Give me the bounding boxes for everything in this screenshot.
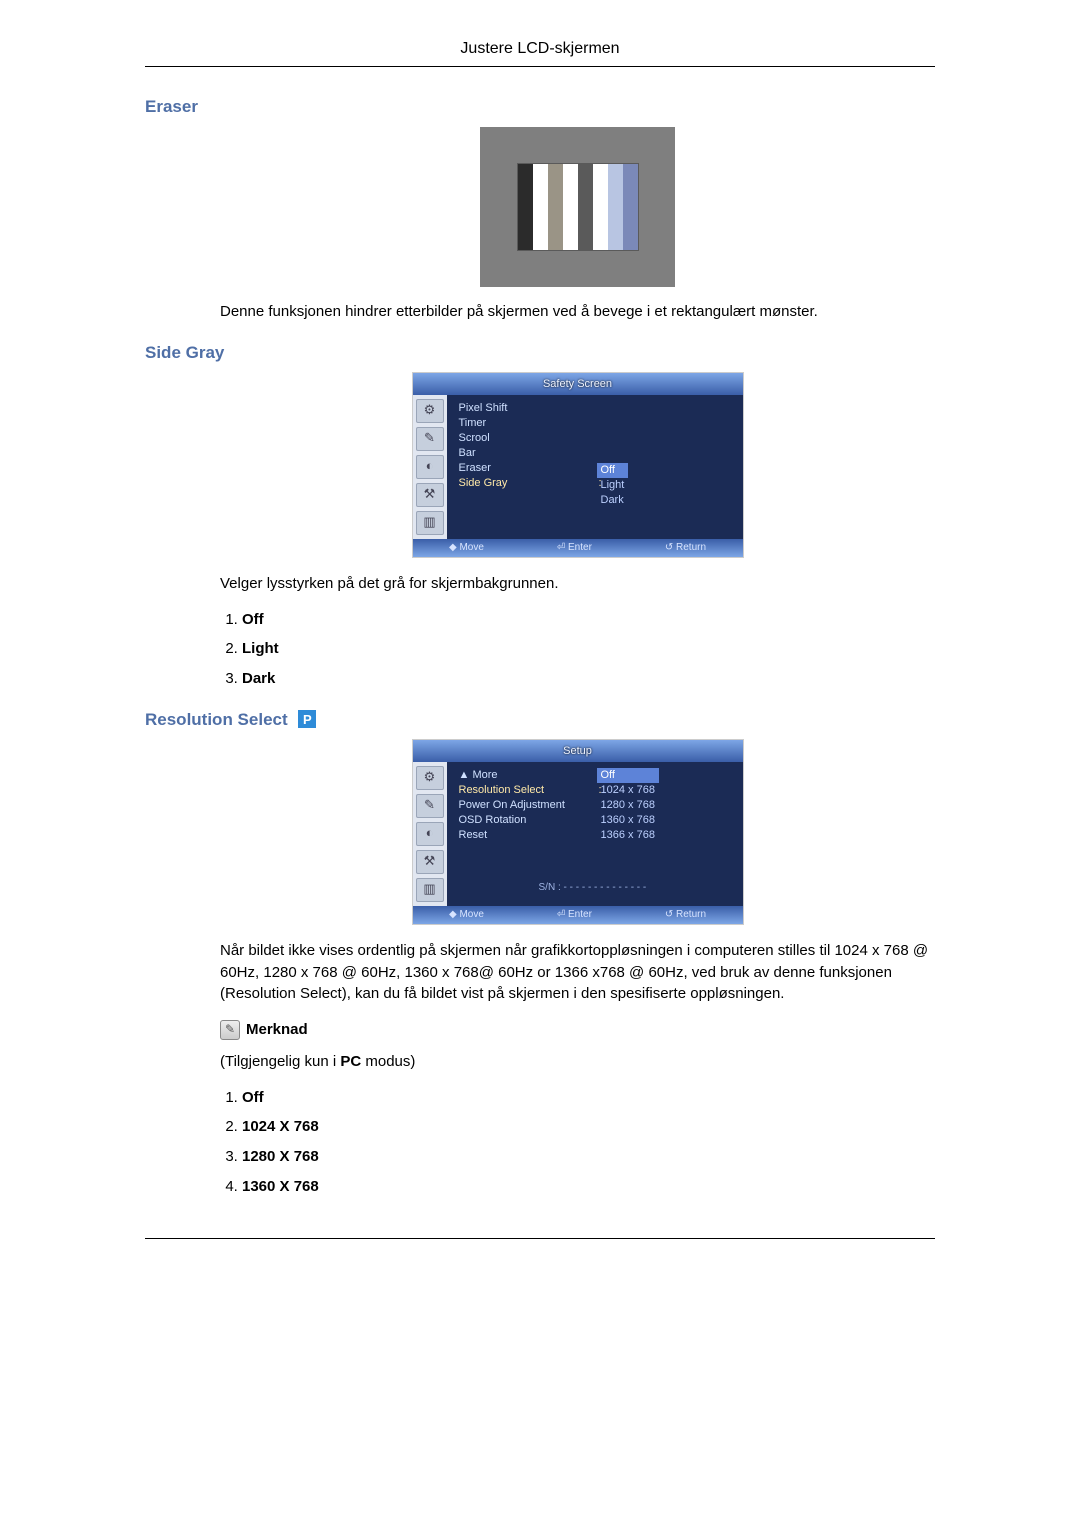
list-item: Off	[242, 1087, 935, 1109]
eraser-bar	[563, 164, 578, 250]
resolution-heading: Resolution Select P	[145, 710, 935, 730]
footer-return: ↺ Return	[665, 541, 706, 556]
eraser-bar	[623, 164, 638, 250]
eraser-bar	[533, 164, 548, 250]
osd-nav-icon: ◐	[416, 455, 444, 479]
eraser-bar	[593, 164, 608, 250]
footer-enter: ⏎ Enter	[557, 541, 592, 556]
osd-icon-column: ⚙ ✎ ◐ ⚒ ▥	[413, 395, 447, 539]
list-item: Light	[242, 638, 935, 660]
eraser-bar	[518, 164, 533, 250]
osd-menu-item: Pixel Shift	[459, 401, 735, 416]
osd-nav-icon: ▥	[416, 511, 444, 535]
osd-menu-item: Scrool	[459, 431, 735, 446]
osd-option: Light	[597, 478, 629, 493]
note-label: Merknad	[246, 1019, 308, 1041]
osd-option: Off	[597, 768, 659, 783]
osd-nav-icon: ◐	[416, 822, 444, 846]
page-header: Justere LCD-skjermen	[145, 40, 935, 58]
eraser-bar	[608, 164, 623, 250]
resolution-osd-list: ▲ MoreResolution Select:Power On Adjustm…	[447, 762, 743, 906]
footer-move: ◆ Move	[449, 541, 484, 556]
osd-nav-icon: ⚙	[416, 399, 444, 423]
resolution-osd-title: Setup	[563, 740, 592, 762]
osd-nav-icon: ⚙	[416, 766, 444, 790]
sidegray-heading: Side Gray	[145, 343, 935, 363]
resolution-options-list: Off 1024 X 768 1280 X 768 1360 X 768	[220, 1087, 935, 1198]
p-badge-icon: P	[298, 710, 316, 728]
resolution-desc: Når bildet ikke vises ordentlig på skjer…	[220, 940, 935, 1005]
osd-option: 1024 x 768	[597, 783, 659, 798]
osd-menu-item: Bar	[459, 446, 735, 461]
eraser-bar	[548, 164, 563, 250]
sidegray-options-list: Off Light Dark	[220, 609, 935, 690]
osd-footer: ◆ Move ⏎ Enter ↺ Return	[413, 906, 743, 924]
osd-option: Off	[597, 463, 629, 478]
eraser-desc: Denne funksjonen hindrer etterbilder på …	[220, 301, 935, 323]
osd-option: 1366 x 768	[597, 828, 659, 843]
footer-return: ↺ Return	[665, 908, 706, 923]
osd-icon-column: ⚙ ✎ ◐ ⚒ ▥	[413, 762, 447, 906]
note-icon: ✎	[220, 1020, 240, 1040]
osd-option: Dark	[597, 493, 629, 508]
list-item: 1024 X 768	[242, 1116, 935, 1138]
resolution-note-text: (Tilgjengelig kun i PC modus)	[220, 1051, 935, 1073]
list-item: Off	[242, 609, 935, 631]
sidegray-osd-title: Safety Screen	[543, 373, 612, 395]
osd-nav-icon: ⚒	[416, 850, 444, 874]
osd-nav-icon: ✎	[416, 427, 444, 451]
osd-option: 1360 x 768	[597, 813, 659, 828]
eraser-heading: Eraser	[145, 97, 935, 117]
footer-move: ◆ Move	[449, 908, 484, 923]
list-item: 1360 X 768	[242, 1176, 935, 1198]
osd-option: 1280 x 768	[597, 798, 659, 813]
eraser-preview	[480, 127, 675, 287]
sidegray-desc: Velger lysstyrken på det grå for skjermb…	[220, 573, 935, 595]
osd-footer: ◆ Move ⏎ Enter ↺ Return	[413, 539, 743, 557]
serial-number: S/N : - - - - - - - - - - - - - -	[459, 881, 735, 896]
osd-menu-item: Timer	[459, 416, 735, 431]
eraser-bar	[578, 164, 593, 250]
sidegray-osd: Safety Screen ⚙ ✎ ◐ ⚒ ▥ Pixel ShiftTimerScro…	[413, 373, 743, 557]
resolution-osd: Setup ⚙ ✎ ◐ ⚒ ▥ ▲ MoreResolution Select:Powe…	[413, 740, 743, 924]
header-rule	[145, 66, 935, 67]
osd-nav-icon: ⚒	[416, 483, 444, 507]
sidegray-osd-list: Pixel ShiftTimerScroolBarEraserSide Gray…	[447, 395, 743, 539]
list-item: 1280 X 768	[242, 1146, 935, 1168]
osd-nav-icon: ▥	[416, 878, 444, 902]
footer-rule	[145, 1238, 935, 1239]
osd-nav-icon: ✎	[416, 794, 444, 818]
footer-enter: ⏎ Enter	[557, 908, 592, 923]
list-item: Dark	[242, 668, 935, 690]
